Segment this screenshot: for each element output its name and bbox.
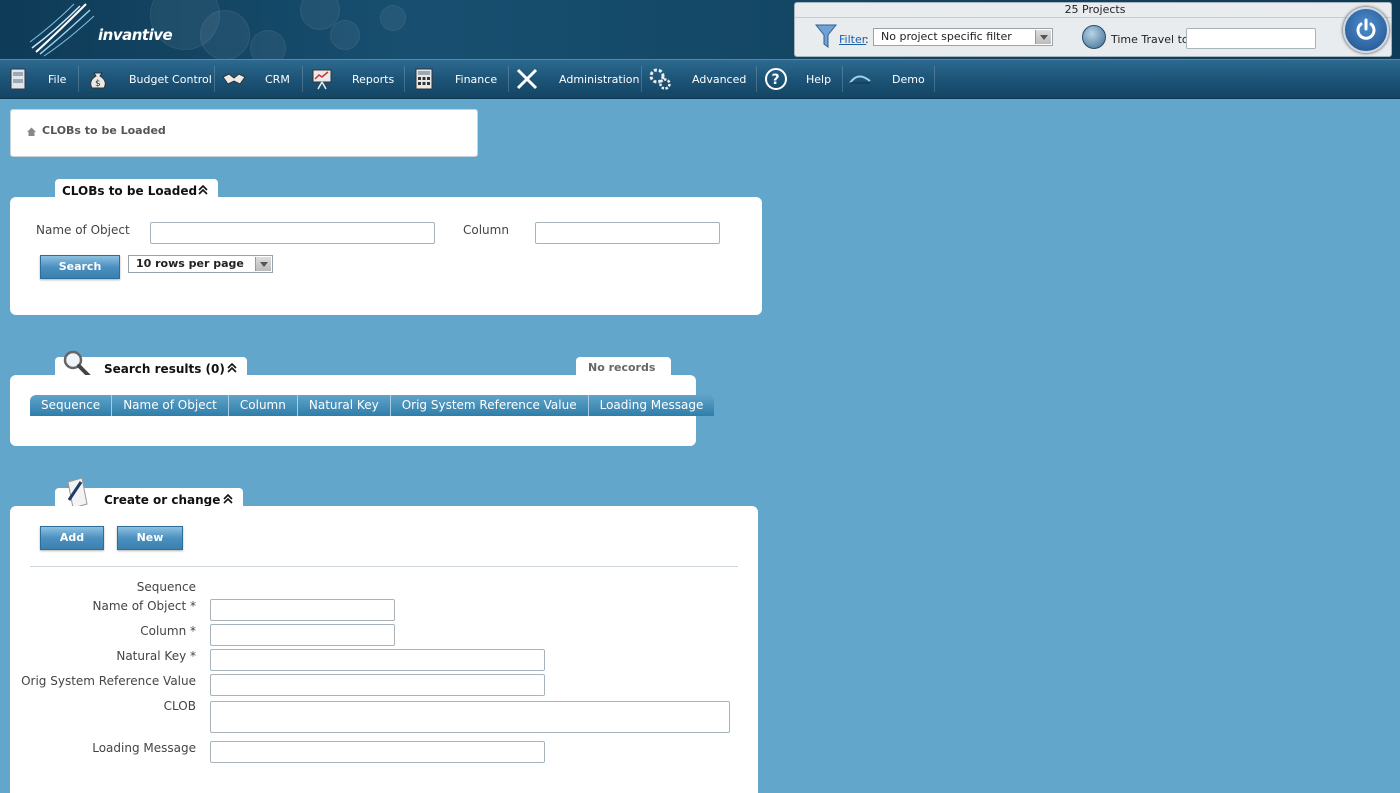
search-button[interactable]: Search <box>40 255 120 279</box>
chevron-down-icon[interactable] <box>1035 30 1051 44</box>
presentation-icon[interactable] <box>310 67 334 91</box>
loading-message-field[interactable] <box>210 741 545 763</box>
home-icon[interactable] <box>26 126 37 137</box>
clob-textarea[interactable] <box>210 701 730 733</box>
menu-divider <box>508 66 509 92</box>
column-label: Column * <box>140 624 196 638</box>
breadcrumb: CLOBs to be Loaded <box>10 109 478 157</box>
menu-help[interactable]: Help <box>806 60 831 98</box>
calculator-icon[interactable] <box>412 67 436 91</box>
column-header-name-of-object[interactable]: Name of Object <box>112 395 229 416</box>
menu-divider <box>641 66 642 92</box>
magnifier-icon <box>63 350 91 378</box>
menu-divider <box>756 66 757 92</box>
sequence-label: Sequence <box>136 580 196 594</box>
orig-system-reference-label: Orig System Reference Value <box>21 674 196 688</box>
column-header-natural-key[interactable]: Natural Key <box>298 395 391 416</box>
divider <box>30 566 738 567</box>
name-of-object-input[interactable] <box>150 222 435 244</box>
name-of-object-field[interactable] <box>210 599 395 621</box>
menu-file[interactable]: File <box>48 60 66 98</box>
clob-label: CLOB <box>163 699 196 713</box>
filter-link[interactable]: Filter <box>839 33 866 46</box>
rows-per-page-select[interactable]: 10 rows per page <box>128 255 273 273</box>
collapse-icon[interactable] <box>223 494 233 504</box>
project-panel: 25 Projects Filter : No project specific… <box>794 2 1392 57</box>
menu-finance[interactable]: Finance <box>455 60 497 98</box>
results-panel-title: Search results (0) <box>104 362 225 376</box>
globe-icon <box>1082 25 1106 49</box>
project-filter-value: No project specific filter <box>881 30 1012 43</box>
results-grid-header: Sequence Name of Object Column Natural K… <box>30 395 715 416</box>
main-menu: File $ Budget Control CRM Reports Financ… <box>0 59 1400 99</box>
menu-divider <box>842 66 843 92</box>
menu-divider <box>934 66 935 92</box>
column-label: Column <box>463 223 509 237</box>
search-panel-title: CLOBs to be Loaded <box>62 184 198 198</box>
gears-icon[interactable] <box>648 67 672 91</box>
demo-icon[interactable] <box>848 67 872 91</box>
rows-per-page-value: 10 rows per page <box>136 257 244 270</box>
menu-administration[interactable]: Administration <box>559 60 640 98</box>
search-panel <box>10 197 762 315</box>
results-status: No records <box>588 361 656 374</box>
natural-key-label: Natural Key * <box>116 649 196 663</box>
column-field[interactable] <box>210 624 395 646</box>
top-header: invantive 25 Projects Filter : No projec… <box>0 0 1400 59</box>
column-header-column[interactable]: Column <box>229 395 298 416</box>
menu-divider <box>404 66 405 92</box>
column-header-orig-system-reference[interactable]: Orig System Reference Value <box>391 395 589 416</box>
chevron-down-icon[interactable] <box>255 257 271 271</box>
brand-name: invantive <box>98 26 173 44</box>
column-header-sequence[interactable]: Sequence <box>30 395 113 416</box>
menu-reports[interactable]: Reports <box>352 60 394 98</box>
menu-advanced[interactable]: Advanced <box>692 60 746 98</box>
menu-divider <box>78 66 79 92</box>
menu-divider <box>214 66 215 92</box>
edit-panel-title: Create or change <box>104 493 221 507</box>
invantive-logo[interactable]: invantive <box>28 2 173 57</box>
natural-key-field[interactable] <box>210 649 545 671</box>
divider <box>795 17 1391 18</box>
name-of-object-label: Name of Object * <box>92 599 197 613</box>
column-header-loading-message[interactable]: Loading Message <box>589 395 715 416</box>
svg-text:?: ? <box>772 72 780 88</box>
handshake-icon[interactable] <box>222 67 246 91</box>
add-button[interactable]: Add <box>40 526 104 550</box>
name-of-object-label: Name of Object <box>36 223 130 237</box>
column-input[interactable] <box>535 222 720 244</box>
breadcrumb-current[interactable]: CLOBs to be Loaded <box>42 124 166 137</box>
question-icon[interactable]: ? <box>764 67 788 91</box>
filter-icon[interactable] <box>815 23 837 49</box>
tools-icon[interactable] <box>515 67 539 91</box>
document-edit-icon <box>67 477 88 508</box>
project-filter-select[interactable]: No project specific filter <box>873 28 1053 46</box>
filter-colon: : <box>865 33 869 46</box>
cabinet-icon[interactable] <box>6 67 30 91</box>
project-count: 25 Projects <box>1064 3 1126 16</box>
power-icon[interactable] <box>1343 7 1389 53</box>
menu-crm[interactable]: CRM <box>265 60 290 98</box>
money-bag-icon[interactable]: $ <box>86 67 110 91</box>
collapse-icon[interactable] <box>198 185 208 195</box>
svg-text:$: $ <box>95 79 101 89</box>
menu-divider <box>302 66 303 92</box>
orig-system-reference-field[interactable] <box>210 674 545 696</box>
loading-message-label: Loading Message <box>92 741 196 755</box>
time-travel-input[interactable] <box>1186 28 1316 49</box>
menu-budget-control[interactable]: Budget Control <box>129 60 212 98</box>
menu-demo[interactable]: Demo <box>892 60 925 98</box>
collapse-icon[interactable] <box>227 363 237 373</box>
time-travel-label: Time Travel to: <box>1111 33 1193 46</box>
new-button[interactable]: New <box>117 526 183 550</box>
